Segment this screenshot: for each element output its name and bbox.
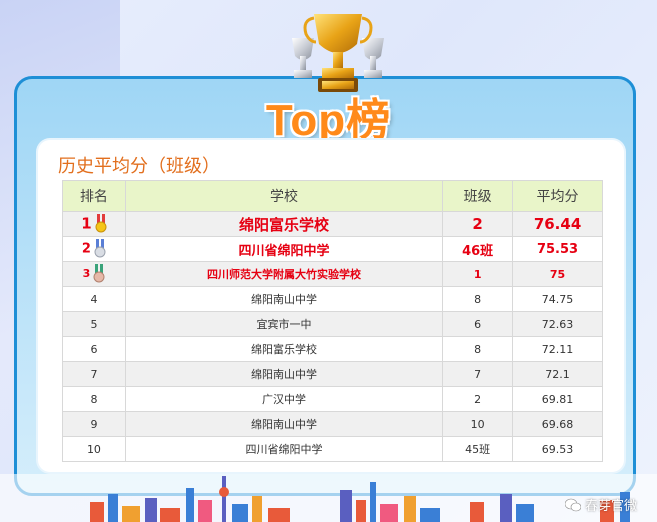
- score-cell: 69.81: [512, 386, 603, 412]
- class-cell: 10: [442, 411, 514, 437]
- table-row: 5 宜宾市一中 6 72.63: [62, 311, 603, 337]
- silver-medal-icon: [94, 239, 106, 258]
- rank-cell: 5: [62, 311, 126, 337]
- score-cell: 75: [512, 261, 603, 287]
- table-row: 2 四川省绵阳中学 46班 75.53: [62, 236, 603, 262]
- class-cell: 46班: [442, 236, 514, 262]
- table-row: 3 四川师范大学附属大竹实验学校 1 75: [62, 261, 603, 287]
- class-cell: 6: [442, 311, 514, 337]
- school-cell: 宜宾市一中: [124, 311, 444, 337]
- score-cell: 76.44: [512, 211, 603, 237]
- score-cell: 69.68: [512, 411, 603, 437]
- watermark-text: 春芽官微: [584, 499, 637, 514]
- rank-cell: 6: [62, 336, 126, 362]
- table-row: 9 绵阳南山中学 10 69.68: [62, 411, 603, 437]
- panel-title: 历史平均分（班级）: [58, 156, 220, 177]
- table-row: 6 绵阳富乐学校 8 72.11: [62, 336, 603, 362]
- ranking-table: 排名 学校 班级 平均分 1 绵阳富乐学校 2 76.44 2 四川省绵阳中学 …: [62, 180, 603, 462]
- table-row: 4 绵阳南山中学 8 74.75: [62, 286, 603, 312]
- rank-number: 1: [81, 214, 92, 233]
- class-cell: 1: [442, 261, 514, 287]
- column-header-school: 学校: [124, 180, 444, 212]
- school-cell: 四川省绵阳中学: [124, 236, 444, 262]
- watermark: 春芽官微: [564, 495, 637, 514]
- column-header-class: 班级: [442, 180, 514, 212]
- page-title: Top榜: [265, 96, 392, 145]
- column-header-rank: 排名: [62, 180, 126, 212]
- score-cell: 72.63: [512, 311, 603, 337]
- school-cell: 绵阳南山中学: [124, 286, 444, 312]
- score-cell: 72.11: [512, 336, 603, 362]
- table-row: 7 绵阳南山中学 7 72.1: [62, 361, 603, 387]
- class-cell: 2: [442, 386, 514, 412]
- class-cell: 8: [442, 336, 514, 362]
- rank-cell: 1: [62, 211, 126, 237]
- rank-cell: 2: [62, 236, 126, 262]
- rank-number: 3: [82, 267, 91, 280]
- score-cell: 72.1: [512, 361, 603, 387]
- school-cell: 绵阳富乐学校: [124, 336, 444, 362]
- wechat-icon: [564, 498, 581, 512]
- school-cell: 广汉中学: [124, 386, 444, 412]
- score-cell: 74.75: [512, 286, 603, 312]
- school-cell: 四川省绵阳中学: [124, 436, 444, 462]
- class-cell: 45班: [442, 436, 514, 462]
- school-cell: 绵阳南山中学: [124, 411, 444, 437]
- score-cell: 69.53: [512, 436, 603, 462]
- class-cell: 8: [442, 286, 514, 312]
- table-row: 10 四川省绵阳中学 45班 69.53: [62, 436, 603, 462]
- school-cell: 绵阳富乐学校: [124, 211, 444, 237]
- title-container: Top榜: [0, 84, 657, 148]
- table-header-row: 排名 学校 班级 平均分: [62, 180, 603, 212]
- rank-cell: 10: [62, 436, 126, 462]
- table-row: 1 绵阳富乐学校 2 76.44: [62, 211, 603, 237]
- school-cell: 四川师范大学附属大竹实验学校: [124, 261, 444, 287]
- column-header-score: 平均分: [512, 180, 603, 212]
- bronze-medal-icon: [93, 264, 105, 283]
- rank-number: 2: [81, 241, 91, 257]
- rank-cell: 8: [62, 386, 126, 412]
- rank-cell: 4: [62, 286, 126, 312]
- school-cell: 绵阳南山中学: [124, 361, 444, 387]
- rank-cell: 3: [62, 261, 126, 287]
- class-cell: 2: [442, 211, 514, 237]
- gold-medal-icon: [95, 214, 107, 233]
- city-skyline-decoration: [0, 474, 657, 522]
- rank-cell: 7: [62, 361, 126, 387]
- class-cell: 7: [442, 361, 514, 387]
- rank-cell: 9: [62, 411, 126, 437]
- score-cell: 75.53: [512, 236, 603, 262]
- table-row: 8 广汉中学 2 69.81: [62, 386, 603, 412]
